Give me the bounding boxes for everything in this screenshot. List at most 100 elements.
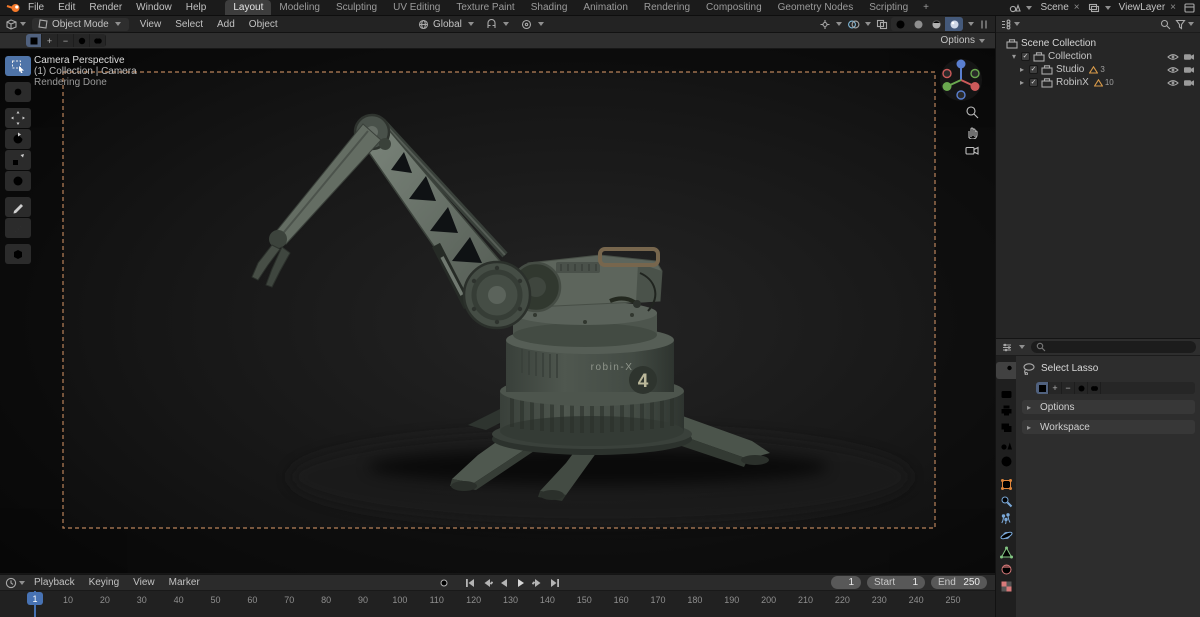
viewport-menu-object[interactable]: Object bbox=[242, 19, 285, 30]
scene-selector[interactable]: Scene × bbox=[1037, 2, 1084, 13]
tool-options-dropdown[interactable]: Options bbox=[941, 35, 987, 46]
shading-solid-button[interactable] bbox=[909, 17, 927, 31]
frame-start-field[interactable]: Start 1 bbox=[867, 576, 925, 589]
menu-help[interactable]: Help bbox=[179, 2, 214, 13]
chevron-down-icon[interactable] bbox=[467, 22, 474, 26]
viewport-menu-select[interactable]: Select bbox=[168, 19, 210, 30]
properties-tab-texture[interactable] bbox=[996, 578, 1016, 595]
chevron-down-icon[interactable] bbox=[19, 580, 25, 585]
options-section-header[interactable]: ▸ Options bbox=[1022, 400, 1195, 414]
filter-funnel-icon[interactable] bbox=[1175, 19, 1186, 30]
workspace-tab-compositing[interactable]: Compositing bbox=[698, 0, 770, 15]
properties-tab-view-layer[interactable] bbox=[996, 419, 1016, 436]
collection-checkbox[interactable]: ✓ bbox=[1029, 78, 1038, 87]
outliner-row-studio[interactable]: ▸ ✓ Studio 3 bbox=[996, 63, 1200, 76]
disclosure-triangle-icon[interactable]: ▸ bbox=[1020, 78, 1029, 87]
orientation-dropdown[interactable]: Global bbox=[433, 19, 462, 30]
select-subtract-button[interactable]: − bbox=[58, 34, 74, 47]
timeline-menu-playback[interactable]: Playback bbox=[27, 577, 82, 588]
chevron-down-icon[interactable] bbox=[502, 22, 509, 26]
auto-keying-toggle[interactable] bbox=[437, 577, 451, 589]
play-button[interactable] bbox=[514, 577, 528, 589]
orientation-icon[interactable] bbox=[418, 19, 429, 30]
properties-tab-scene[interactable] bbox=[996, 436, 1016, 453]
transform-tool[interactable] bbox=[5, 171, 31, 191]
chevron-down-icon[interactable] bbox=[836, 22, 842, 26]
workspace-tab-uv-editing[interactable]: UV Editing bbox=[385, 0, 448, 15]
outliner-row-scene-collection[interactable]: Scene Collection bbox=[996, 37, 1200, 50]
chevron-down-icon[interactable] bbox=[537, 22, 544, 26]
add-primitive-tool[interactable] bbox=[5, 244, 31, 264]
play-reverse-button[interactable] bbox=[497, 577, 511, 589]
annotate-tool[interactable] bbox=[5, 197, 31, 217]
timeline-ruler[interactable]: 1 10 20 30 40 50 60 70 80 90 100 110 120 130 140 150 16… bbox=[0, 591, 995, 617]
disable-in-render-camera-icon[interactable] bbox=[1183, 66, 1195, 74]
outliner-editor-icon[interactable] bbox=[1000, 19, 1012, 30]
shading-wireframe-button[interactable] bbox=[891, 17, 909, 31]
menu-render[interactable]: Render bbox=[82, 2, 129, 13]
properties-tab-object[interactable] bbox=[996, 476, 1016, 493]
search-icon[interactable] bbox=[1160, 19, 1171, 30]
menu-window[interactable]: Window bbox=[129, 2, 179, 13]
select-extend-button[interactable]: + bbox=[42, 34, 58, 47]
tool-mode-button[interactable] bbox=[1075, 382, 1088, 394]
outliner-row-robinx[interactable]: ▸ ✓ RobinX 10 bbox=[996, 76, 1200, 89]
viewlayer-selector[interactable]: ViewLayer × bbox=[1116, 2, 1181, 13]
chevron-down-icon[interactable] bbox=[1019, 345, 1025, 349]
viewport-menu-add[interactable]: Add bbox=[210, 19, 242, 30]
jump-to-end-button[interactable] bbox=[548, 577, 562, 589]
workspace-tab-shading[interactable]: Shading bbox=[523, 0, 576, 15]
proportional-editing-icon[interactable] bbox=[521, 19, 532, 30]
cursor-tool[interactable] bbox=[5, 82, 31, 102]
properties-tab-output[interactable] bbox=[996, 402, 1016, 419]
timeline-menu-marker[interactable]: Marker bbox=[162, 577, 207, 588]
workspace-tab-scripting[interactable]: Scripting bbox=[861, 0, 916, 15]
chevron-down-icon[interactable] bbox=[1014, 22, 1020, 26]
current-frame-marker[interactable]: 1 bbox=[27, 592, 43, 605]
camera-view-icon[interactable] bbox=[965, 145, 979, 156]
disclosure-triangle-icon[interactable]: ▸ bbox=[1020, 65, 1029, 74]
workspace-tab-layout[interactable]: Layout bbox=[225, 0, 272, 15]
properties-editor-icon[interactable] bbox=[1001, 342, 1013, 353]
workspace-section-header[interactable]: ▸ Workspace bbox=[1022, 420, 1195, 434]
viewlayer-icon[interactable] bbox=[1088, 3, 1100, 13]
workspace-tab-sculpting[interactable]: Sculpting bbox=[328, 0, 385, 15]
properties-search-input[interactable] bbox=[1031, 341, 1196, 353]
properties-tab-render[interactable] bbox=[996, 385, 1016, 402]
menu-edit[interactable]: Edit bbox=[51, 2, 82, 13]
viewport-3d[interactable]: robin-X 4 Camera Perspective (1) Collect… bbox=[0, 49, 995, 573]
measure-tool[interactable] bbox=[5, 218, 31, 238]
workspace-tab-animation[interactable]: Animation bbox=[575, 0, 635, 15]
hide-eye-icon[interactable] bbox=[1167, 53, 1179, 61]
scene-unlink-button[interactable]: × bbox=[1072, 2, 1082, 13]
viewlayer-remove-button[interactable]: × bbox=[1168, 2, 1178, 13]
collection-checkbox[interactable]: ✓ bbox=[1021, 52, 1030, 61]
tool-mode-button[interactable]: − bbox=[1062, 382, 1075, 394]
properties-tab-material[interactable] bbox=[996, 561, 1016, 578]
outliner-row-collection[interactable]: ▾ ✓ Collection bbox=[996, 50, 1200, 63]
collection-checkbox[interactable]: ✓ bbox=[1029, 65, 1038, 74]
menu-file[interactable]: File bbox=[21, 2, 51, 13]
workspace-tab-modeling[interactable]: Modeling bbox=[271, 0, 328, 15]
properties-tab-world[interactable] bbox=[996, 453, 1016, 470]
tool-mode-button[interactable] bbox=[1088, 382, 1101, 394]
zoom-icon[interactable] bbox=[965, 105, 979, 119]
mode-dropdown[interactable]: Object Mode bbox=[32, 17, 129, 31]
snap-magnet-icon[interactable] bbox=[486, 18, 497, 30]
hide-eye-icon[interactable] bbox=[1167, 66, 1179, 74]
prev-keyframe-button[interactable] bbox=[480, 577, 494, 589]
tool-mode-button[interactable] bbox=[1036, 382, 1049, 394]
timeline-menu-keying[interactable]: Keying bbox=[82, 577, 127, 588]
timeline-editor-icon[interactable] bbox=[5, 577, 17, 589]
select-intersect-button[interactable] bbox=[90, 34, 106, 47]
editor-type-icon[interactable] bbox=[5, 18, 18, 30]
chevron-down-icon[interactable] bbox=[1104, 5, 1111, 10]
current-frame-field[interactable]: 1 bbox=[831, 576, 861, 589]
overlays-icon[interactable] bbox=[847, 19, 860, 30]
chevron-down-icon[interactable] bbox=[865, 22, 871, 26]
properties-tab-object-data[interactable] bbox=[996, 544, 1016, 561]
xray-toggle-icon[interactable] bbox=[876, 19, 888, 30]
show-gizmo-icon[interactable] bbox=[819, 19, 831, 30]
shading-material-button[interactable] bbox=[927, 17, 945, 31]
scene-browse-icon[interactable] bbox=[1009, 3, 1022, 13]
